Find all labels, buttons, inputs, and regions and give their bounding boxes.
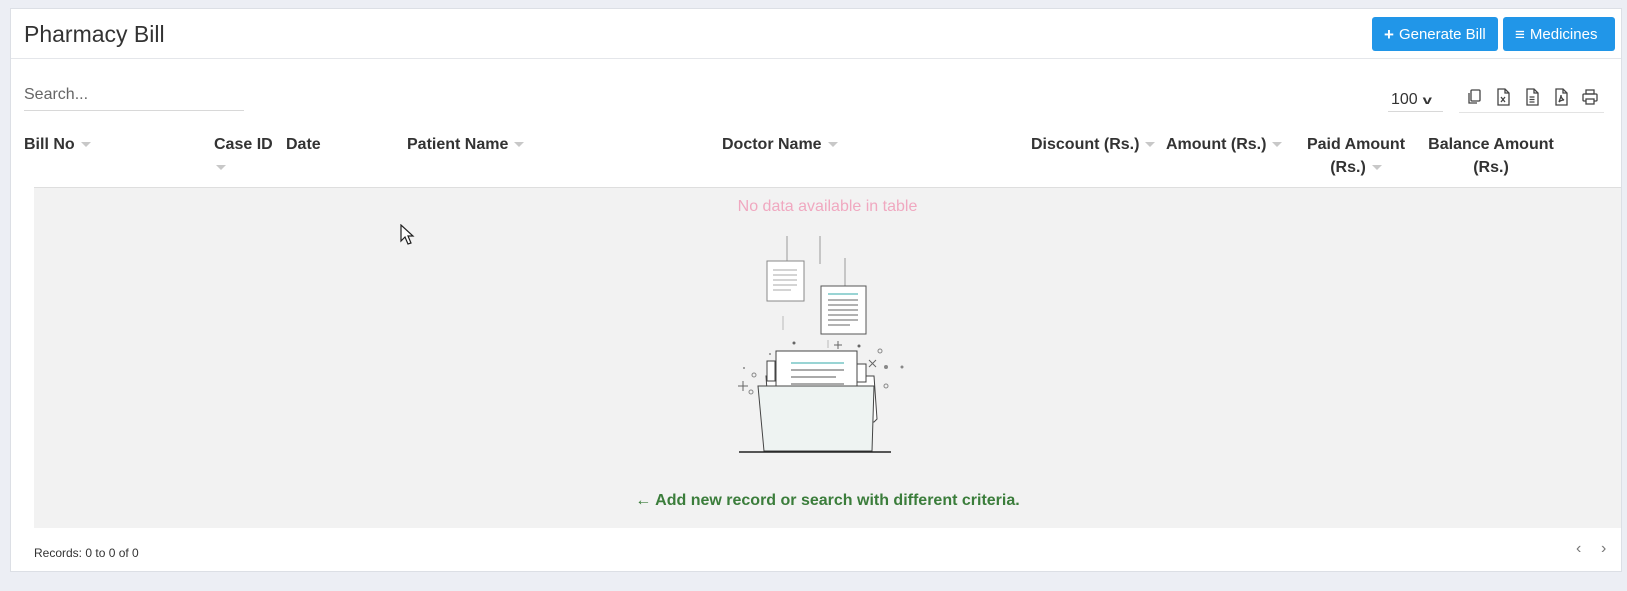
search-input[interactable] <box>24 79 244 111</box>
sort-icon <box>216 165 226 171</box>
medicines-button[interactable]: ≡ Medicines <box>1503 17 1615 51</box>
no-data-text: No data available in table <box>737 198 918 215</box>
sort-icon <box>514 142 525 148</box>
page-length-value: 100 <box>1391 90 1418 108</box>
pharmacy-bill-panel: Pharmacy Bill + Generate Bill ≡ Medicine… <box>10 8 1622 572</box>
column-label: Balance Amount (Rs.) <box>1428 136 1554 176</box>
column-label: Paid Amount (Rs.) <box>1306 136 1406 176</box>
generate-bill-button[interactable]: + Generate Bill <box>1372 17 1498 51</box>
column-balance-amount[interactable]: Balance Amount (Rs.) <box>1426 133 1556 179</box>
column-paid-amount[interactable]: Paid Amount (Rs.) <box>1301 133 1411 179</box>
export-buttons <box>1459 83 1604 113</box>
sort-icon <box>827 142 838 148</box>
column-label: Bill No <box>24 136 75 153</box>
records-info: Records: 0 to 0 of 0 <box>34 546 139 560</box>
csv-icon[interactable] <box>1517 83 1546 111</box>
column-label: Amount (Rs.) <box>1166 136 1267 153</box>
sort-icon <box>80 142 91 148</box>
column-label: Discount (Rs.) <box>1031 136 1140 153</box>
plus-icon: + <box>1384 24 1394 44</box>
chevron-down-icon: v <box>1422 92 1432 107</box>
previous-page-button[interactable]: ‹ <box>1576 540 1581 558</box>
next-page-button[interactable]: › <box>1601 540 1606 558</box>
column-doctor-name[interactable]: Doctor Name <box>722 133 838 156</box>
page-length-select[interactable]: 100 v <box>1388 88 1443 112</box>
column-label: Patient Name <box>407 136 509 153</box>
column-label: Doctor Name <box>722 136 822 153</box>
add-record-hint: ← Add new record or search with differen… <box>34 492 1621 510</box>
column-discount[interactable]: Discount (Rs.) <box>1031 133 1156 156</box>
sort-icon <box>1272 142 1283 148</box>
sort-icon <box>1145 142 1156 148</box>
print-icon[interactable] <box>1575 83 1604 111</box>
excel-icon[interactable] <box>1488 83 1517 111</box>
add-record-hint-text: Add new record or search with different … <box>655 492 1020 509</box>
mouse-cursor-icon <box>400 224 415 245</box>
arrow-left-icon: ← <box>635 492 652 509</box>
medicines-label: Medicines <box>1529 25 1598 43</box>
empty-table-body: No data available in table ← Add new rec… <box>34 188 1621 528</box>
bars-icon: ≡ <box>1515 24 1525 44</box>
column-amount[interactable]: Amount (Rs.) <box>1166 133 1283 156</box>
sort-icon <box>1371 165 1382 171</box>
column-patient-name[interactable]: Patient Name <box>407 133 525 156</box>
column-case-id[interactable]: Case ID <box>214 133 274 179</box>
column-bill-no[interactable]: Bill No <box>24 133 91 156</box>
copy-icon[interactable] <box>1459 83 1488 111</box>
panel-header: Pharmacy Bill + Generate Bill ≡ Medicine… <box>11 9 1621 59</box>
empty-folder-illustration <box>738 236 904 453</box>
column-label: Case ID <box>214 136 273 153</box>
column-label: Date <box>286 136 321 153</box>
pdf-icon[interactable] <box>1546 83 1575 111</box>
generate-bill-label: Generate Bill <box>1398 25 1486 43</box>
column-date[interactable]: Date <box>286 133 321 156</box>
page-title: Pharmacy Bill <box>24 21 165 47</box>
